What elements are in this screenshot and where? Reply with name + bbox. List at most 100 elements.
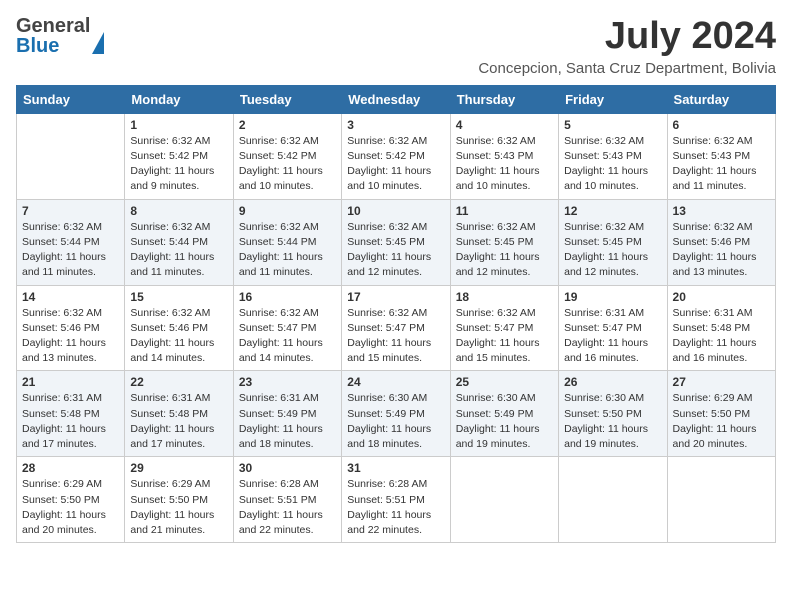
- day-number: 15: [130, 290, 227, 304]
- day-number: 3: [347, 118, 444, 132]
- table-row: [559, 457, 667, 543]
- logo: General Blue: [16, 16, 104, 56]
- day-number: 21: [22, 375, 119, 389]
- header-friday: Friday: [559, 85, 667, 113]
- table-row: 28 Sunrise: 6:29 AMSunset: 5:50 PMDayligh…: [17, 457, 125, 543]
- table-row: [450, 457, 558, 543]
- table-row: 9 Sunrise: 6:32 AMSunset: 5:44 PMDaylight…: [233, 199, 341, 285]
- table-row: 1 Sunrise: 6:32 AMSunset: 5:42 PMDaylight…: [125, 113, 233, 199]
- day-info: Sunrise: 6:31 AMSunset: 5:48 PMDaylight:…: [22, 391, 119, 452]
- day-info: Sunrise: 6:32 AMSunset: 5:47 PMDaylight:…: [347, 306, 444, 367]
- day-number: 17: [347, 290, 444, 304]
- table-row: 12 Sunrise: 6:32 AMSunset: 5:45 PMDayligh…: [559, 199, 667, 285]
- day-number: 13: [673, 204, 770, 218]
- day-number: 31: [347, 461, 444, 475]
- day-number: 16: [239, 290, 336, 304]
- table-row: 26Sunrise: 6:30 AMSunset: 5:50 PMDayligh…: [559, 371, 667, 457]
- table-row: 21 Sunrise: 6:31 AMSunset: 5:48 PMDayligh…: [17, 371, 125, 457]
- logo-general: General: [16, 16, 90, 36]
- table-row: 25 Sunrise: 6:30 AMSunset: 5:49 PMDayligh…: [450, 371, 558, 457]
- day-number: 11: [456, 204, 553, 218]
- calendar-week-row: 28 Sunrise: 6:29 AMSunset: 5:50 PMDayligh…: [17, 457, 776, 543]
- table-row: 20 Sunrise: 6:31 AMSunset: 5:48 PMDayligh…: [667, 285, 775, 371]
- day-number: 2: [239, 118, 336, 132]
- day-number: 10: [347, 204, 444, 218]
- calendar-table: Sunday Monday Tuesday Wednesday Thursday…: [16, 85, 776, 543]
- day-number: 30: [239, 461, 336, 475]
- day-info: Sunrise: 6:32 AMSunset: 5:43 PMDaylight:…: [673, 134, 770, 195]
- day-number: 6: [673, 118, 770, 132]
- day-info: Sunrise: 6:29 AMSunset: 5:50 PMDaylight:…: [22, 477, 119, 538]
- day-info: Sunrise: 6:32 AMSunset: 5:46 PMDaylight:…: [22, 306, 119, 367]
- day-number: 1: [130, 118, 227, 132]
- table-row: 4Sunrise: 6:32 AMSunset: 5:43 PMDaylight…: [450, 113, 558, 199]
- day-info: Sunrise: 6:32 AMSunset: 5:45 PMDaylight:…: [456, 220, 553, 281]
- table-row: 5Sunrise: 6:32 AMSunset: 5:43 PMDaylight…: [559, 113, 667, 199]
- month-year-title: July 2024: [478, 16, 776, 58]
- day-number: 18: [456, 290, 553, 304]
- location-subtitle: Concepcion, Santa Cruz Department, Boliv…: [478, 60, 776, 77]
- table-row: 30Sunrise: 6:28 AMSunset: 5:51 PMDayligh…: [233, 457, 341, 543]
- header-tuesday: Tuesday: [233, 85, 341, 113]
- table-row: 18Sunrise: 6:32 AMSunset: 5:47 PMDayligh…: [450, 285, 558, 371]
- table-row: 17 Sunrise: 6:32 AMSunset: 5:47 PMDayligh…: [342, 285, 450, 371]
- day-number: 22: [130, 375, 227, 389]
- day-info: Sunrise: 6:32 AMSunset: 5:47 PMDaylight:…: [239, 306, 336, 367]
- day-info: Sunrise: 6:32 AMSunset: 5:42 PMDaylight:…: [130, 134, 227, 195]
- day-info: Sunrise: 6:32 AMSunset: 5:46 PMDaylight:…: [673, 220, 770, 281]
- day-info: Sunrise: 6:32 AMSunset: 5:46 PMDaylight:…: [130, 306, 227, 367]
- day-info: Sunrise: 6:32 AMSunset: 5:42 PMDaylight:…: [347, 134, 444, 195]
- table-row: 13 Sunrise: 6:32 AMSunset: 5:46 PMDayligh…: [667, 199, 775, 285]
- header-thursday: Thursday: [450, 85, 558, 113]
- day-info: Sunrise: 6:30 AMSunset: 5:49 PMDaylight:…: [456, 391, 553, 452]
- table-row: [667, 457, 775, 543]
- logo-triangle-icon: [92, 32, 104, 54]
- table-row: 7Sunrise: 6:32 AMSunset: 5:44 PMDaylight…: [17, 199, 125, 285]
- day-number: 28: [22, 461, 119, 475]
- table-row: 3 Sunrise: 6:32 AMSunset: 5:42 PMDaylight…: [342, 113, 450, 199]
- day-info: Sunrise: 6:28 AMSunset: 5:51 PMDaylight:…: [347, 477, 444, 538]
- header-saturday: Saturday: [667, 85, 775, 113]
- day-number: 7: [22, 204, 119, 218]
- day-info: Sunrise: 6:32 AMSunset: 5:44 PMDaylight:…: [130, 220, 227, 281]
- table-row: 15 Sunrise: 6:32 AMSunset: 5:46 PMDayligh…: [125, 285, 233, 371]
- table-row: 10 Sunrise: 6:32 AMSunset: 5:45 PMDayligh…: [342, 199, 450, 285]
- day-info: Sunrise: 6:30 AMSunset: 5:49 PMDaylight:…: [347, 391, 444, 452]
- day-info: Sunrise: 6:30 AMSunset: 5:50 PMDaylight:…: [564, 391, 661, 452]
- day-info: Sunrise: 6:32 AMSunset: 5:44 PMDaylight:…: [239, 220, 336, 281]
- day-info: Sunrise: 6:29 AMSunset: 5:50 PMDaylight:…: [673, 391, 770, 452]
- table-row: 24Sunrise: 6:30 AMSunset: 5:49 PMDayligh…: [342, 371, 450, 457]
- day-info: Sunrise: 6:32 AMSunset: 5:42 PMDaylight:…: [239, 134, 336, 195]
- day-number: 25: [456, 375, 553, 389]
- day-number: 8: [130, 204, 227, 218]
- table-row: 2 Sunrise: 6:32 AMSunset: 5:42 PMDaylight…: [233, 113, 341, 199]
- day-info: Sunrise: 6:31 AMSunset: 5:47 PMDaylight:…: [564, 306, 661, 367]
- day-number: 20: [673, 290, 770, 304]
- table-row: 16 Sunrise: 6:32 AMSunset: 5:47 PMDayligh…: [233, 285, 341, 371]
- day-info: Sunrise: 6:29 AMSunset: 5:50 PMDaylight:…: [130, 477, 227, 538]
- day-number: 14: [22, 290, 119, 304]
- page-header: General Blue July 2024 Concepcion, Santa…: [16, 16, 776, 77]
- table-row: 29Sunrise: 6:29 AMSunset: 5:50 PMDayligh…: [125, 457, 233, 543]
- table-row: 31 Sunrise: 6:28 AMSunset: 5:51 PMDayligh…: [342, 457, 450, 543]
- day-number: 27: [673, 375, 770, 389]
- header-monday: Monday: [125, 85, 233, 113]
- calendar-header-row: Sunday Monday Tuesday Wednesday Thursday…: [17, 85, 776, 113]
- day-number: 12: [564, 204, 661, 218]
- table-row: 22Sunrise: 6:31 AMSunset: 5:48 PMDayligh…: [125, 371, 233, 457]
- day-number: 4: [456, 118, 553, 132]
- day-info: Sunrise: 6:31 AMSunset: 5:48 PMDaylight:…: [673, 306, 770, 367]
- table-row: 8 Sunrise: 6:32 AMSunset: 5:44 PMDaylight…: [125, 199, 233, 285]
- day-info: Sunrise: 6:31 AMSunset: 5:49 PMDaylight:…: [239, 391, 336, 452]
- header-wednesday: Wednesday: [342, 85, 450, 113]
- day-info: Sunrise: 6:32 AMSunset: 5:45 PMDaylight:…: [564, 220, 661, 281]
- table-row: 11 Sunrise: 6:32 AMSunset: 5:45 PMDayligh…: [450, 199, 558, 285]
- table-row: 6 Sunrise: 6:32 AMSunset: 5:43 PMDaylight…: [667, 113, 775, 199]
- table-row: [17, 113, 125, 199]
- day-info: Sunrise: 6:32 AMSunset: 5:45 PMDaylight:…: [347, 220, 444, 281]
- day-info: Sunrise: 6:32 AMSunset: 5:43 PMDaylight:…: [564, 134, 661, 195]
- day-number: 9: [239, 204, 336, 218]
- table-row: 23 Sunrise: 6:31 AMSunset: 5:49 PMDayligh…: [233, 371, 341, 457]
- header-sunday: Sunday: [17, 85, 125, 113]
- day-number: 23: [239, 375, 336, 389]
